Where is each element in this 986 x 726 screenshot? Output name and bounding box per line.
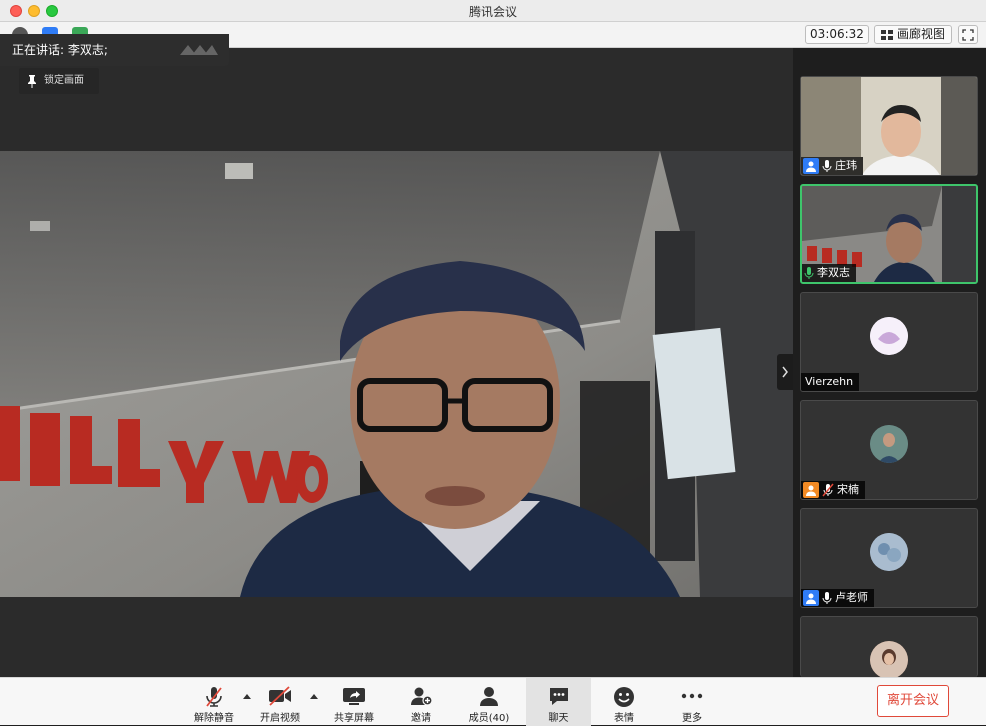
participant-name: 庄玮 — [835, 159, 857, 172]
meeting-window: 腾讯会议 03:06:32 画廊视图 正在讲话: 李双志; 锁定画面 庄玮 李双… — [0, 0, 986, 726]
participant-label: 卢老师 — [801, 589, 874, 607]
microphone-muted-icon — [822, 483, 834, 497]
microphone-active-icon — [804, 267, 814, 279]
chevron-right-icon — [782, 366, 788, 378]
participant-tile-active[interactable]: 李双志 — [800, 184, 978, 284]
unmute-button[interactable]: 解除静音 — [184, 678, 244, 726]
more-dots-icon — [681, 693, 703, 699]
share-screen-label: 共享屏幕 — [334, 713, 374, 724]
title-bar: 腾讯会议 — [0, 0, 986, 22]
speaker-video-frame — [0, 151, 793, 597]
host-badge — [803, 158, 819, 174]
leave-meeting-button[interactable]: 离开会议 — [877, 685, 949, 717]
participant-tile[interactable]: 宋楠 — [800, 400, 978, 500]
participant-name: 宋楠 — [837, 483, 859, 496]
pin-view-label: 锁定画面 — [44, 75, 84, 86]
invite-label: 邀请 — [411, 713, 431, 724]
main-speaker-video — [0, 151, 793, 597]
window-title: 腾讯会议 — [468, 5, 517, 19]
chat-icon — [549, 688, 568, 705]
add-user-icon — [411, 687, 433, 706]
emoji-icon — [614, 687, 634, 707]
avatar-image — [870, 641, 908, 677]
participant-label: Vierzehn — [801, 373, 860, 391]
unmute-label: 解除静音 — [194, 713, 234, 724]
share-screen-button[interactable]: 共享屏幕 — [324, 678, 384, 726]
emoji-label: 表情 — [614, 713, 634, 724]
participant-sidebar: 庄玮 李双志 Vierzehn 宋楠 卢老师 — [793, 48, 986, 677]
main-stage — [0, 48, 793, 677]
grid-icon — [881, 30, 893, 40]
video-options-caret-icon[interactable] — [309, 692, 319, 702]
avatar — [870, 641, 908, 677]
avatar-image — [870, 425, 908, 463]
speaking-indicator: 正在讲话: 李双志; — [0, 34, 229, 66]
chat-label: 聊天 — [548, 713, 569, 724]
microphone-muted-icon — [206, 687, 222, 707]
tencent-meeting-logo-icon — [180, 45, 218, 55]
avatar-image — [870, 533, 908, 571]
more-button[interactable]: 更多 — [662, 678, 722, 726]
video-off-icon — [269, 686, 291, 706]
participant-tile[interactable] — [800, 616, 978, 677]
participant-label: 宋楠 — [801, 481, 865, 499]
pin-view-button[interactable]: 锁定画面 — [19, 68, 99, 94]
speaking-text: 正在讲话: 李双志; — [12, 43, 108, 57]
microphone-icon — [822, 160, 832, 172]
members-label: 成员(40) — [468, 713, 510, 724]
members-icon — [480, 687, 498, 706]
meeting-timer: 03:06:32 — [805, 25, 869, 44]
user-icon — [806, 161, 816, 172]
start-video-button[interactable]: 开启视频 — [250, 678, 310, 726]
gallery-view-label: 画廊视图 — [897, 27, 946, 41]
gallery-view-button[interactable]: 画廊视图 — [874, 25, 952, 44]
fullscreen-icon — [962, 29, 974, 41]
avatar — [870, 317, 908, 355]
members-button[interactable]: 成员(40) — [459, 678, 519, 726]
host-badge — [803, 590, 819, 606]
cohost-badge — [803, 482, 819, 498]
participant-tile[interactable]: Vierzehn — [800, 292, 978, 392]
expand-sidebar-button[interactable] — [777, 354, 793, 390]
avatar — [870, 533, 908, 571]
participant-name: 李双志 — [817, 266, 850, 279]
pin-icon — [28, 75, 36, 88]
avatar — [870, 425, 908, 463]
chat-button[interactable]: 聊天 — [526, 678, 591, 726]
participant-name: 卢老师 — [835, 591, 868, 604]
participant-label: 李双志 — [802, 264, 856, 282]
avatar-image — [870, 317, 908, 355]
participant-label: 庄玮 — [801, 157, 863, 175]
bottom-control-bar: 解除静音 开启视频 共享屏幕 邀请 成员(40) 聊天 表情 更多 离开会议 — [0, 677, 986, 726]
invite-button[interactable]: 邀请 — [391, 678, 451, 726]
user-icon — [806, 593, 816, 604]
participant-name: Vierzehn — [805, 375, 854, 388]
start-video-label: 开启视频 — [260, 713, 300, 724]
participant-tile[interactable]: 卢老师 — [800, 508, 978, 608]
user-icon — [806, 485, 816, 496]
share-screen-icon — [343, 688, 365, 705]
microphone-icon — [822, 592, 832, 604]
more-label: 更多 — [682, 713, 702, 724]
participant-tile[interactable]: 庄玮 — [800, 76, 978, 176]
emoji-button[interactable]: 表情 — [594, 678, 654, 726]
fullscreen-button[interactable] — [958, 25, 978, 44]
